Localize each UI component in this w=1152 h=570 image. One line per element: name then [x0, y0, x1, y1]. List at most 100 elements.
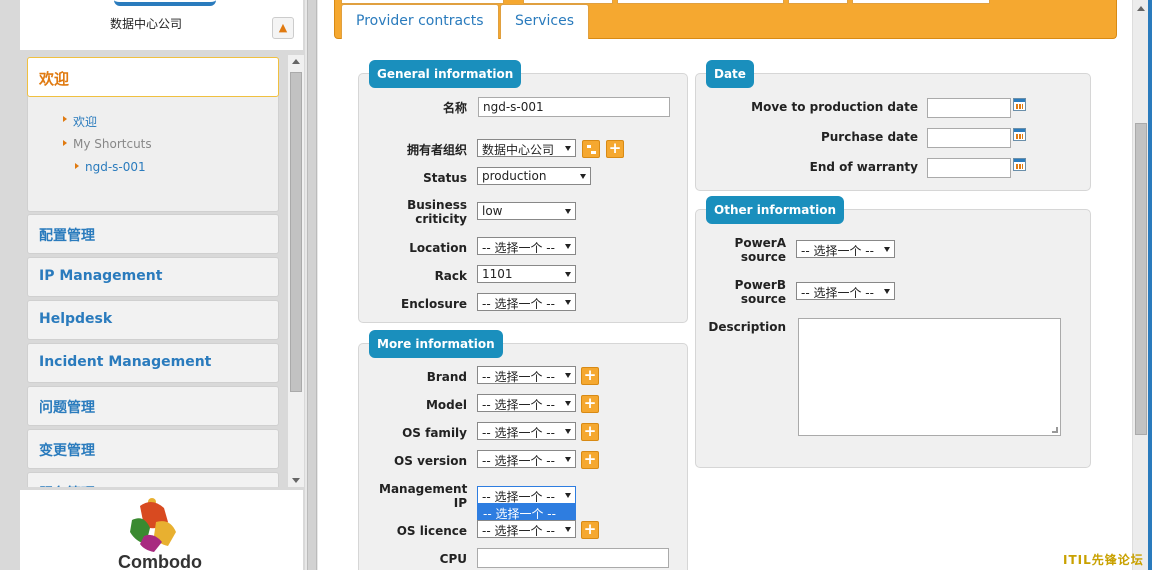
combodo-figures-icon [130, 498, 176, 552]
scroll-thumb[interactable] [290, 72, 302, 392]
menu-item-incident[interactable]: Incident Management [27, 343, 279, 383]
purchase-date-field[interactable] [927, 128, 1011, 148]
powerb-source-label-line2: source [740, 292, 786, 306]
tab-hidden-4[interactable] [788, 0, 848, 4]
general-information-section: General information 名称 ngd-s-001 拥有者组织 数… [358, 60, 688, 323]
panel-splitter[interactable] [307, 0, 317, 570]
tab-hidden-3[interactable] [617, 0, 784, 4]
rack-select[interactable]: 1101 [477, 265, 576, 283]
powerb-source-label-line1: PowerB [734, 278, 786, 292]
powera-source-select[interactable]: -- 选择一个 -- [796, 240, 895, 258]
menu-item-config[interactable]: 配置管理 [27, 214, 279, 254]
window-edge [1148, 0, 1152, 570]
watermark: ITIL先锋论坛 [1063, 553, 1144, 567]
cpu-field[interactable] [477, 548, 669, 568]
brand-add-button[interactable]: + [581, 367, 599, 385]
tab-provider-contracts[interactable]: Provider contracts [341, 4, 499, 39]
management-ip-label-line1: Management [379, 482, 468, 496]
criticity-label-line2: criticity [415, 212, 467, 226]
status-select[interactable]: production [477, 167, 591, 185]
other-information-section: Other information PowerA source -- 选择一个 … [695, 196, 1091, 468]
management-ip-label-line2: IP [453, 496, 467, 510]
criticity-select[interactable]: low [477, 202, 576, 220]
shortcut-ngd-s-001[interactable]: ngd-s-001 [75, 160, 146, 174]
tab-bar: Provider contracts Services [334, 0, 1117, 39]
scroll-down-icon[interactable] [292, 478, 300, 483]
end-of-warranty-label: End of warranty [809, 160, 918, 174]
enclosure-select[interactable]: -- 选择一个 -- [477, 293, 576, 311]
os-family-label: OS family [402, 426, 467, 440]
org-logo [114, 0, 216, 6]
management-ip-option[interactable]: -- 选择一个 -- [477, 504, 576, 521]
cpu-label: CPU [439, 552, 467, 566]
purchase-date-label: Purchase date [820, 130, 918, 144]
menu-item-ip-management[interactable]: IP Management [27, 257, 279, 297]
more-information-legend: More information [369, 330, 503, 358]
welcome-panel: 欢迎 欢迎 My Shortcuts ngd-s-001 [27, 57, 279, 212]
tab-services[interactable]: Services [500, 4, 590, 39]
model-add-button[interactable]: + [581, 395, 599, 413]
os-licence-label: OS licence [396, 524, 467, 538]
menu-item-helpdesk[interactable]: Helpdesk [27, 300, 279, 340]
combodo-logo: Combodo [118, 498, 202, 570]
org-header: 数据中心公司 ▲ [20, 0, 303, 50]
add-icon: + [608, 139, 622, 157]
os-family-select[interactable]: -- 选择一个 -- [477, 422, 576, 440]
org-label: 拥有者组织 [406, 143, 467, 157]
os-version-add-button[interactable]: + [581, 451, 599, 469]
other-information-legend: Other information [706, 196, 844, 224]
main-scrollbar[interactable] [1132, 0, 1148, 570]
model-label: Model [425, 398, 467, 412]
menu-scrollbar[interactable] [288, 55, 304, 487]
shortcut-my-shortcuts[interactable]: My Shortcuts [63, 137, 152, 151]
os-family-add-button[interactable]: + [581, 423, 599, 441]
powera-source-label-line1: PowerA [734, 236, 786, 250]
move-to-production-field[interactable] [927, 98, 1011, 118]
menu-item-change[interactable]: 变更管理 [27, 429, 279, 469]
org-add-button[interactable]: + [606, 140, 624, 158]
location-select[interactable]: -- 选择一个 -- [477, 237, 576, 255]
org-tree-button[interactable] [582, 140, 600, 158]
add-icon: + [583, 366, 597, 384]
add-icon: + [583, 394, 597, 412]
brand-select[interactable]: -- 选择一个 -- [477, 366, 576, 384]
description-label: Description [708, 320, 786, 334]
org-select[interactable]: 数据中心公司 [477, 139, 576, 157]
model-select[interactable]: -- 选择一个 -- [477, 394, 576, 412]
calendar-icon[interactable] [1013, 128, 1026, 141]
date-section: Date Move to production date Purchase da… [695, 60, 1091, 191]
name-field[interactable]: ngd-s-001 [478, 97, 670, 117]
welcome-title[interactable]: 欢迎 [27, 57, 279, 97]
management-ip-select[interactable]: -- 选择一个 -- [477, 486, 576, 504]
calendar-icon[interactable] [1013, 98, 1026, 111]
powera-source-label-line2: source [740, 250, 786, 264]
os-version-label: OS version [394, 454, 467, 468]
os-licence-add-button[interactable]: + [581, 521, 599, 539]
location-label: Location [409, 241, 467, 255]
tree-icon-node [591, 151, 596, 154]
menu-item-service[interactable]: 服务管理 [27, 472, 279, 487]
end-of-warranty-field[interactable] [927, 158, 1011, 178]
tab-hidden-5[interactable] [852, 0, 990, 4]
org-name: 数据中心公司 [110, 17, 183, 31]
powerb-source-select[interactable]: -- 选择一个 -- [796, 282, 895, 300]
scroll-up-icon[interactable] [292, 59, 300, 64]
tree-icon [587, 145, 591, 148]
description-textarea[interactable] [798, 318, 1061, 436]
shortcut-welcome[interactable]: 欢迎 [62, 113, 97, 130]
os-licence-select[interactable]: -- 选择一个 -- [477, 520, 576, 538]
scroll-thumb[interactable] [1135, 123, 1147, 435]
move-to-production-label: Move to production date [751, 100, 918, 114]
os-version-select[interactable]: -- 选择一个 -- [477, 450, 576, 468]
pin-button[interactable]: ▲ [272, 17, 294, 39]
scroll-up-icon[interactable] [1137, 6, 1145, 11]
menu-item-problem[interactable]: 问题管理 [27, 386, 279, 426]
status-label: Status [423, 171, 467, 185]
resize-grip-icon[interactable] [1052, 427, 1058, 433]
sidebar: 数据中心公司 ▲ 欢迎 欢迎 My Shortcuts ngd-s-001 配置… [0, 0, 305, 570]
brand-label: Brand [426, 370, 467, 384]
criticity-label-line1: Business [407, 198, 467, 212]
date-legend: Date [706, 60, 754, 88]
add-icon: + [583, 520, 597, 538]
calendar-icon[interactable] [1013, 158, 1026, 171]
